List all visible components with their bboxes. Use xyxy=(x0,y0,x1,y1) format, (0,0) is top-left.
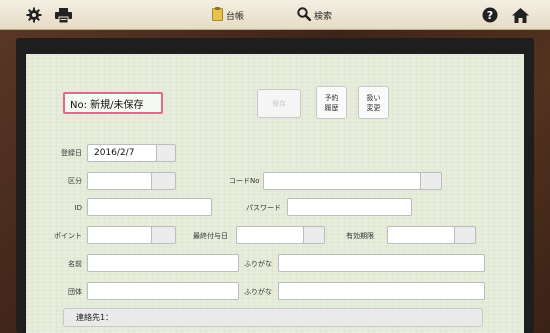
registration-date-label: 登録日 xyxy=(61,149,82,157)
ledger-tab-label: 台帳 xyxy=(226,11,245,22)
group-field[interactable] xyxy=(87,282,239,300)
points-label: ポイント xyxy=(54,232,82,240)
contact-section-label: 連絡先1： xyxy=(76,313,114,322)
id-field[interactable] xyxy=(87,198,212,216)
id-label: ID xyxy=(74,204,82,212)
top-toolbar: 台帳 検索 ? xyxy=(0,0,550,30)
code-label: コードNo xyxy=(229,177,260,185)
points-field[interactable] xyxy=(87,226,152,244)
handling-change-button[interactable]: 扱い 変更 xyxy=(358,86,389,119)
group-kana-field[interactable] xyxy=(278,282,485,300)
help-icon[interactable]: ? xyxy=(480,5,500,25)
expiry-label: 有効期限 xyxy=(346,232,374,240)
group-label: 団体 xyxy=(68,288,82,296)
last-grant-date-picker[interactable] xyxy=(303,226,325,244)
search-tab-label: 検索 xyxy=(314,11,333,22)
password-label: パスワード xyxy=(246,204,281,212)
registration-date-field[interactable]: 2016/2/7 xyxy=(87,144,157,162)
contact-section-header[interactable]: 連絡先1： xyxy=(63,308,483,327)
name-label: 名前 xyxy=(68,260,82,268)
expiry-picker[interactable] xyxy=(454,226,476,244)
printer-icon[interactable] xyxy=(53,5,73,25)
last-grant-date-field[interactable] xyxy=(236,226,304,244)
category-select[interactable] xyxy=(87,172,152,190)
handling-change-label-line2: 変更 xyxy=(366,103,381,112)
name-kana-label: ふりがな xyxy=(244,260,272,268)
reservation-history-button[interactable]: 予約 履歴 xyxy=(316,86,347,119)
code-dropdown[interactable] xyxy=(420,172,442,190)
save-button[interactable]: 保存 xyxy=(257,89,301,118)
expiry-field[interactable] xyxy=(387,226,455,244)
search-tab[interactable]: 検索 xyxy=(297,6,332,24)
clipboard-icon xyxy=(212,6,223,24)
password-field[interactable] xyxy=(287,198,412,216)
registration-date-picker[interactable] xyxy=(156,144,176,162)
code-field[interactable] xyxy=(263,172,421,190)
handling-change-label-line1: 扱い xyxy=(366,93,381,102)
points-dropdown[interactable] xyxy=(151,226,176,244)
search-icon xyxy=(297,6,312,24)
home-icon[interactable] xyxy=(510,5,530,25)
reservation-history-label-line2: 履歴 xyxy=(324,103,339,112)
name-kana-field[interactable] xyxy=(278,254,485,272)
category-label: 区分 xyxy=(68,177,82,185)
name-field[interactable] xyxy=(87,254,239,272)
reservation-history-label-line1: 予約 xyxy=(324,93,339,102)
gear-icon[interactable] xyxy=(24,5,44,25)
category-dropdown[interactable] xyxy=(151,172,176,190)
last-grant-date-label: 最終付与日 xyxy=(193,232,228,240)
group-kana-label: ふりがな xyxy=(244,288,272,296)
svg-text:?: ? xyxy=(487,9,493,22)
record-number: No: 新規/未保存 xyxy=(63,92,163,114)
ledger-tab[interactable]: 台帳 xyxy=(212,6,244,24)
